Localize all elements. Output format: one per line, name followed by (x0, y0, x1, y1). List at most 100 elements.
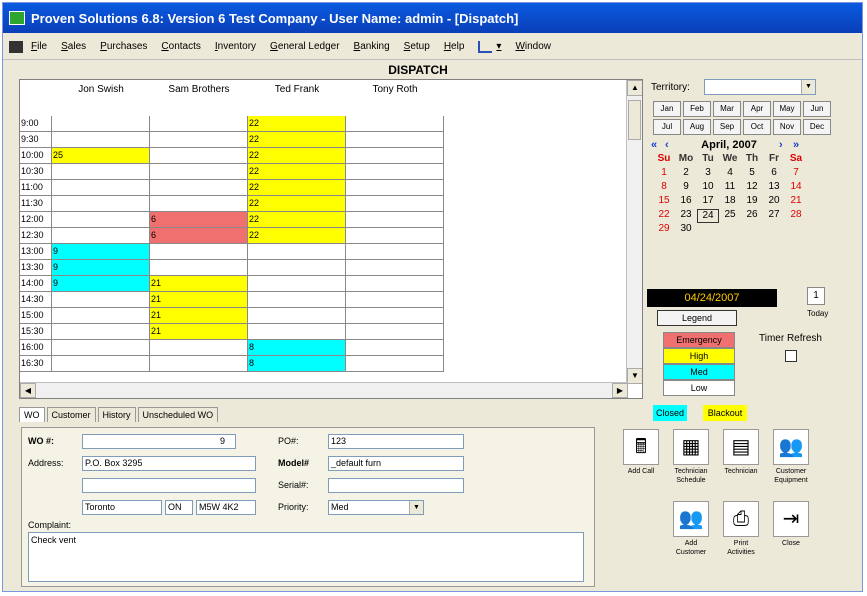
calendar-day[interactable]: 5 (741, 167, 763, 181)
schedule-cell[interactable] (52, 356, 150, 372)
schedule-cell[interactable] (346, 324, 444, 340)
calendar-day[interactable]: 17 (697, 195, 719, 209)
prev-year-icon[interactable]: « (651, 139, 665, 151)
schedule-cell[interactable] (150, 116, 248, 132)
schedule-cell[interactable] (52, 132, 150, 148)
calendar-day[interactable]: 1 (653, 167, 675, 181)
calendar-day[interactable]: 2 (675, 167, 697, 181)
month-button[interactable]: Jun (803, 101, 831, 117)
calendar-day[interactable]: 12 (741, 181, 763, 195)
schedule-cell[interactable]: 22 (248, 116, 346, 132)
schedule-cell[interactable] (346, 292, 444, 308)
calendar-day[interactable]: 10 (697, 181, 719, 195)
tab-wo[interactable]: WO (19, 407, 45, 422)
calendar-day[interactable]: 24 (697, 209, 719, 223)
month-button[interactable]: Jul (653, 119, 681, 135)
menu-setup[interactable]: Setup (404, 41, 430, 52)
schedule-cell[interactable]: 22 (248, 132, 346, 148)
horizontal-scrollbar[interactable]: ◀ ▶ (20, 382, 628, 398)
customer-equipment-button[interactable]: 👥 Customer Equipment (771, 429, 811, 485)
priority-select[interactable]: Med ▼ (328, 500, 424, 515)
schedule-cell[interactable]: 25 (52, 148, 150, 164)
today-button[interactable]: 1 (807, 287, 825, 305)
po-field[interactable]: 123 (328, 434, 464, 449)
schedule-cell[interactable] (52, 228, 150, 244)
address1-field[interactable]: P.O. Box 3295 (82, 456, 256, 471)
schedule-cell[interactable] (248, 276, 346, 292)
prev-month-icon[interactable]: ‹ (665, 139, 679, 151)
schedule-cell[interactable] (150, 180, 248, 196)
month-button[interactable]: Mar (713, 101, 741, 117)
schedule-cell[interactable]: 22 (248, 180, 346, 196)
dispatch-schedule[interactable]: Jon Swish Sam Brothers Ted Frank Tony Ro… (19, 79, 643, 399)
calendar-day[interactable]: 14 (785, 181, 807, 195)
schedule-cell[interactable] (346, 196, 444, 212)
schedule-cell[interactable] (346, 132, 444, 148)
menu-help[interactable]: Help (444, 41, 465, 52)
technician-schedule-button[interactable]: ▦ Technician Schedule (671, 429, 711, 485)
serial-field[interactable] (328, 478, 464, 493)
calendar-day[interactable]: 4 (719, 167, 741, 181)
schedule-cell[interactable] (346, 276, 444, 292)
system-menu-icon[interactable] (9, 40, 23, 53)
calendar-day[interactable]: 8 (653, 181, 675, 195)
add-call-button[interactable]: 🖩 Add Call (621, 429, 661, 476)
calendar-day[interactable]: 6 (763, 167, 785, 181)
calendar-day[interactable]: 18 (719, 195, 741, 209)
menu-inventory[interactable]: Inventory (215, 41, 256, 52)
month-button[interactable]: Oct (743, 119, 771, 135)
province-field[interactable]: ON (165, 500, 193, 515)
calendar-day[interactable]: 23 (675, 209, 697, 223)
territory-select[interactable]: ▼ (703, 79, 816, 95)
schedule-cell[interactable]: 22 (248, 212, 346, 228)
schedule-cell[interactable] (150, 340, 248, 356)
city-field[interactable]: Toronto (82, 500, 162, 515)
calendar-day[interactable]: 3 (697, 167, 719, 181)
schedule-cell[interactable] (150, 244, 248, 260)
calendar-day[interactable]: 21 (785, 195, 807, 209)
schedule-cell[interactable] (346, 116, 444, 132)
scroll-thumb[interactable] (628, 100, 641, 140)
menu-general-ledger[interactable]: General Ledger (270, 41, 340, 52)
next-year-icon[interactable]: » (793, 139, 807, 151)
schedule-cell[interactable] (150, 164, 248, 180)
tab-history[interactable]: History (97, 407, 136, 422)
calendar-day[interactable]: 11 (719, 181, 741, 195)
schedule-cell[interactable] (150, 196, 248, 212)
wo-number-field[interactable]: 9 (82, 434, 236, 449)
schedule-cell[interactable] (52, 164, 150, 180)
print-activities-button[interactable]: ⎙ Print Activities (721, 501, 761, 557)
month-button[interactable]: Nov (773, 119, 801, 135)
schedule-cell[interactable] (248, 308, 346, 324)
schedule-cell[interactable]: 9 (52, 260, 150, 276)
schedule-cell[interactable] (346, 244, 444, 260)
schedule-cell[interactable] (150, 260, 248, 276)
schedule-cell[interactable]: 8 (248, 340, 346, 356)
chevron-down-icon[interactable]: ▼ (409, 501, 423, 514)
calendar-day[interactable]: 16 (675, 195, 697, 209)
month-button[interactable]: Sep (713, 119, 741, 135)
schedule-cell[interactable]: 6 (150, 212, 248, 228)
schedule-cell[interactable] (52, 180, 150, 196)
scroll-right-icon[interactable]: ▶ (612, 383, 628, 398)
tab-unscheduled-wo[interactable]: Unscheduled WO (137, 407, 219, 422)
next-month-icon[interactable]: › (779, 139, 793, 151)
schedule-cell[interactable] (248, 324, 346, 340)
scroll-up-icon[interactable]: ▲ (627, 80, 642, 96)
chart-menu-icon[interactable] (478, 40, 493, 53)
calendar-day[interactable]: 7 (785, 167, 807, 181)
schedule-cell[interactable] (52, 324, 150, 340)
schedule-cell[interactable] (52, 292, 150, 308)
schedule-cell[interactable] (346, 212, 444, 228)
schedule-cell[interactable] (346, 260, 444, 276)
schedule-cell[interactable]: 21 (150, 324, 248, 340)
menu-file[interactable]: File (31, 41, 47, 52)
month-button[interactable]: Apr (743, 101, 771, 117)
menu-contacts[interactable]: Contacts (161, 41, 200, 52)
model-field[interactable]: _default furn (328, 456, 464, 471)
add-customer-button[interactable]: 👥 Add Customer (671, 501, 711, 557)
schedule-cell[interactable] (248, 244, 346, 260)
close-button[interactable]: ⇥ Close (771, 501, 811, 548)
calendar-day[interactable]: 13 (763, 181, 785, 195)
schedule-cell[interactable] (346, 180, 444, 196)
